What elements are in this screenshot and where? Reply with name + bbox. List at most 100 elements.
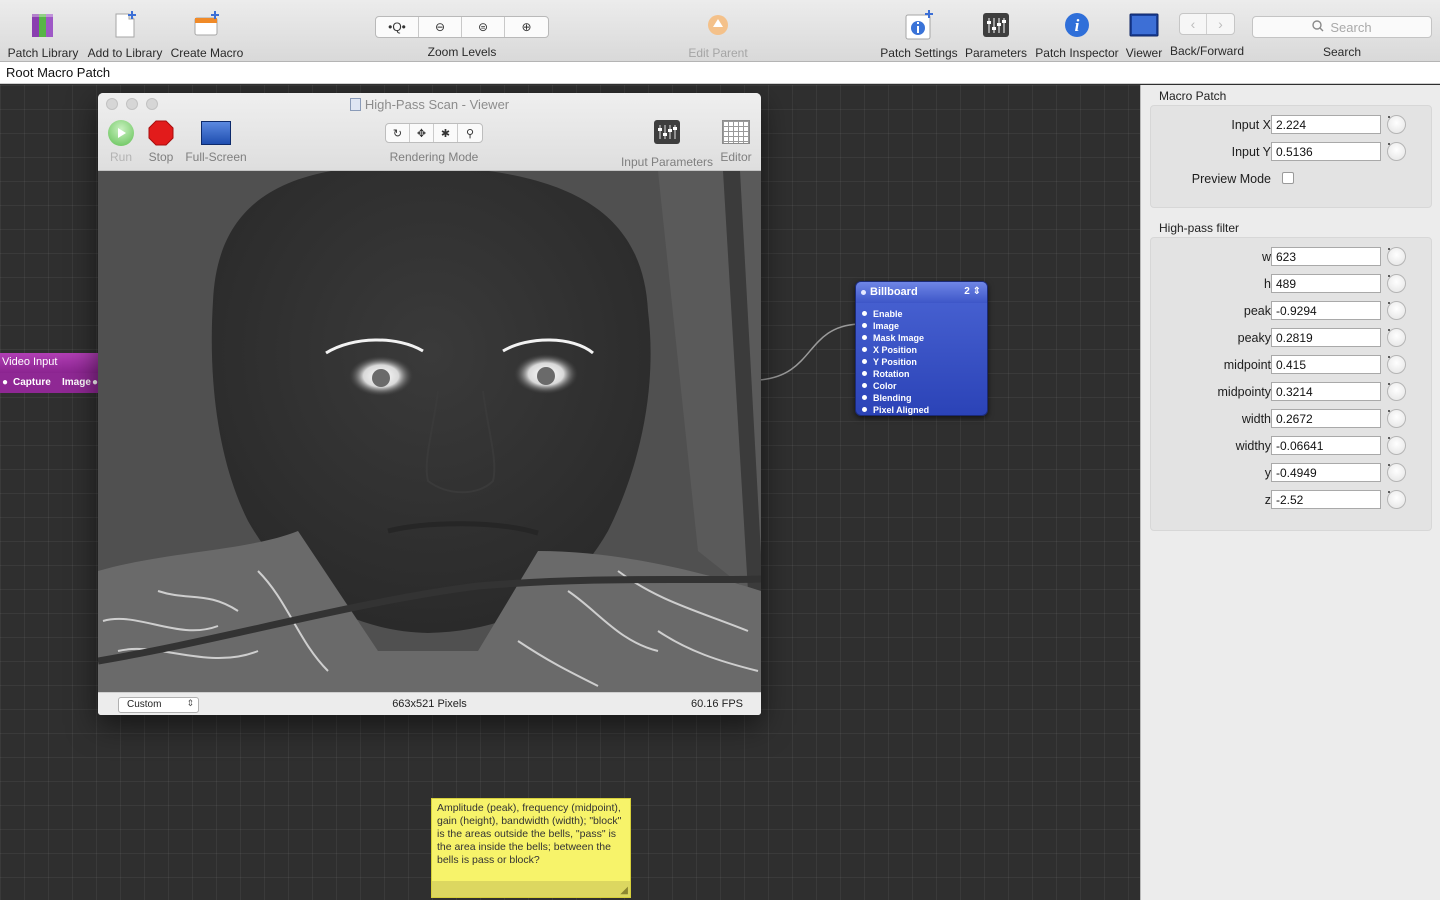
edit-parent-button[interactable]: Edit Parent	[686, 8, 750, 60]
param-row-input-x: Input X 2.224	[1151, 115, 1433, 135]
bug-icon[interactable]: ✱	[434, 124, 458, 142]
svg-text:i: i	[1075, 16, 1080, 35]
param-row: y -0.4949	[1151, 463, 1433, 483]
param-knob[interactable]	[1387, 436, 1406, 455]
param-field[interactable]: -0.4949	[1271, 463, 1381, 482]
input-parameters-button[interactable]: Input Parameters	[620, 120, 714, 169]
breadcrumb[interactable]: Root Macro Patch	[6, 65, 110, 80]
stop-icon	[148, 120, 174, 146]
param-label: w	[1261, 250, 1271, 264]
viewer-window[interactable]: High-Pass Scan - Viewer Run Stop Full-Sc…	[98, 93, 761, 715]
billboard-port[interactable]: Enable	[856, 308, 987, 320]
billboard-layer-stepper[interactable]: 2 ⇕	[964, 286, 981, 297]
patch-library-button[interactable]: Patch Library	[8, 8, 78, 60]
param-knob[interactable]	[1387, 382, 1406, 401]
billboard-port[interactable]: Image	[856, 320, 987, 332]
param-knob[interactable]	[1387, 328, 1406, 347]
billboard-port[interactable]: Pixel Aligned	[856, 404, 987, 415]
patch-settings-button[interactable]: Patch Settings	[878, 8, 960, 60]
zoom-segmented-control: •Q• ⊖ ⊜ ⊕	[375, 16, 549, 38]
edit-parent-icon	[706, 8, 730, 42]
add-to-library-label: Add to Library	[87, 46, 163, 60]
param-knob[interactable]	[1387, 247, 1406, 266]
full-screen-button[interactable]: Full-Screen	[184, 120, 248, 164]
add-to-library-button[interactable]: Add to Library	[86, 8, 164, 60]
parameters-button[interactable]: Parameters	[964, 8, 1028, 60]
video-input-patch[interactable]: Video Input ● Capture Image ●	[0, 353, 98, 393]
zoom-actual-icon[interactable]: ⊜	[462, 17, 505, 37]
param-knob[interactable]	[1387, 409, 1406, 428]
viewer-button[interactable]: Viewer	[1124, 8, 1164, 60]
billboard-port[interactable]: Blending	[856, 392, 987, 404]
rendering-mode-group: ↻ ✥ ✱ ⚲ Rendering Mode	[385, 120, 483, 164]
back-forward-label: Back/Forward	[1169, 44, 1245, 58]
param-field[interactable]: 0.415	[1271, 355, 1381, 374]
back-forward-group: ‹ › Back/Forward	[1170, 8, 1244, 58]
patch-settings-label: Patch Settings	[880, 46, 958, 60]
billboard-enable-dot	[861, 290, 866, 295]
param-field[interactable]: 0.2819	[1271, 328, 1381, 347]
input-y-field[interactable]: 0.5136	[1271, 142, 1381, 161]
rotate-icon[interactable]: ↻	[386, 124, 410, 142]
input-y-knob[interactable]	[1387, 142, 1406, 161]
billboard-port[interactable]: Color	[856, 380, 987, 392]
high-pass-filter-group: w 623 h 489 peak -0.9294 peaky 0.2819 mi…	[1150, 237, 1432, 531]
preview-mode-checkbox[interactable]	[1282, 172, 1294, 184]
param-knob[interactable]	[1387, 490, 1406, 509]
param-row: h 489	[1151, 274, 1433, 294]
create-macro-button[interactable]: Create Macro	[170, 8, 244, 60]
param-row: peak -0.9294	[1151, 301, 1433, 321]
billboard-port[interactable]: Y Position	[856, 356, 987, 368]
input-x-field[interactable]: 2.224	[1271, 115, 1381, 134]
param-label: peak	[1243, 304, 1271, 318]
param-label: peaky	[1237, 331, 1271, 345]
param-field[interactable]: -2.52	[1271, 490, 1381, 509]
param-field[interactable]: 489	[1271, 274, 1381, 293]
parameters-panel: Macro Patch Input X 2.224 Input Y 0.5136…	[1140, 85, 1440, 900]
patch-editor-canvas[interactable]: Video Input ● Capture Image ● Billboard …	[0, 85, 1140, 900]
param-knob[interactable]	[1387, 463, 1406, 482]
zoom-out-icon[interactable]: ⊖	[419, 17, 462, 37]
patch-settings-icon	[903, 8, 935, 42]
macro-patch-group: Input X 2.224 Input Y 0.5136 Preview Mod…	[1150, 105, 1432, 208]
note-text[interactable]: Amplitude (peak), frequency (midpoint), …	[432, 799, 630, 870]
rendered-image[interactable]	[98, 171, 761, 692]
editor-button[interactable]: Editor	[718, 120, 754, 164]
param-field[interactable]: -0.06641	[1271, 436, 1381, 455]
magnifier-icon[interactable]: ⚲	[458, 124, 482, 142]
forward-chevron-icon[interactable]: ›	[1207, 14, 1234, 34]
zoom-fit-icon[interactable]: •Q•	[376, 17, 419, 37]
param-field[interactable]: -0.9294	[1271, 301, 1381, 320]
image-cable[interactable]	[759, 323, 859, 381]
param-label: h	[1264, 277, 1271, 291]
billboard-port[interactable]: X Position	[856, 344, 987, 356]
param-knob[interactable]	[1387, 355, 1406, 374]
billboard-layer-number: 2	[964, 286, 970, 297]
stop-label: Stop	[148, 150, 174, 164]
run-button[interactable]: Run	[108, 120, 134, 164]
param-label: width	[1241, 412, 1271, 426]
param-field[interactable]: 0.2672	[1271, 409, 1381, 428]
video-input-ports: ● Capture Image ●	[0, 373, 98, 393]
billboard-port[interactable]: Mask Image	[856, 332, 987, 344]
back-chevron-icon[interactable]: ‹	[1180, 14, 1207, 34]
capture-port-dot[interactable]: ●	[2, 377, 8, 388]
param-knob[interactable]	[1387, 274, 1406, 293]
billboard-port[interactable]: Rotation	[856, 368, 987, 380]
run-label: Run	[109, 150, 132, 164]
param-row: midpoint 0.415	[1151, 355, 1433, 375]
patch-inspector-button[interactable]: i Patch Inspector	[1034, 8, 1120, 60]
resize-handle-icon[interactable]: ◢	[620, 885, 628, 896]
sliders-icon	[654, 120, 680, 149]
stop-button[interactable]: Stop	[148, 120, 174, 164]
param-field[interactable]: 623	[1271, 247, 1381, 266]
billboard-patch[interactable]: Billboard 2 ⇕ Enable Image Mask Image X …	[855, 281, 988, 416]
input-x-knob[interactable]	[1387, 115, 1406, 134]
high-pass-filter-title: High-pass filter	[1159, 221, 1240, 235]
sticky-note[interactable]: Amplitude (peak), frequency (midpoint), …	[431, 798, 631, 898]
param-knob[interactable]	[1387, 301, 1406, 320]
search-input[interactable]: Search	[1252, 16, 1432, 38]
param-field[interactable]: 0.3214	[1271, 382, 1381, 401]
move-icon[interactable]: ✥	[410, 124, 434, 142]
zoom-in-icon[interactable]: ⊕	[505, 17, 548, 37]
